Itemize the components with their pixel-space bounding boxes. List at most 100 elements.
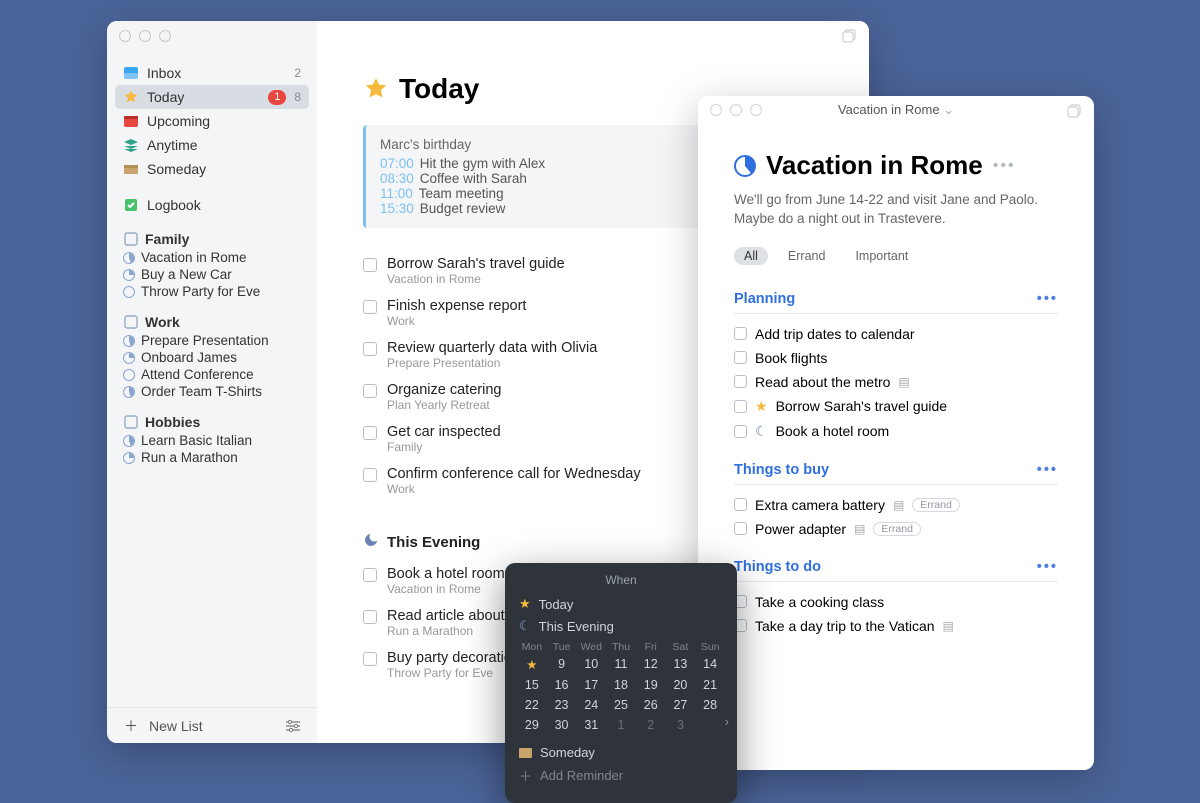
calendar-day[interactable]: 1 bbox=[606, 716, 636, 734]
sidebar-project[interactable]: Prepare Presentation bbox=[107, 332, 317, 349]
calendar-day[interactable]: 20 bbox=[666, 676, 696, 694]
calendar-day[interactable]: 11 bbox=[606, 655, 636, 674]
tag-errand[interactable]: Errand bbox=[778, 247, 836, 265]
calendar-day[interactable]: 19 bbox=[636, 676, 666, 694]
area-hobbies[interactable]: Hobbies bbox=[107, 412, 317, 432]
sidebar-item-anytime[interactable]: Anytime bbox=[107, 133, 317, 157]
task-row[interactable]: Take a day trip to the Vatican ▤ bbox=[734, 614, 1058, 638]
task-checkbox[interactable] bbox=[363, 300, 377, 314]
task-checkbox[interactable] bbox=[363, 568, 377, 582]
plus-icon[interactable]: ＋ bbox=[123, 718, 139, 734]
task-row[interactable]: Take a cooking class bbox=[734, 590, 1058, 614]
sidebar-project[interactable]: Throw Party for Eve bbox=[107, 283, 317, 300]
more-icon[interactable]: ••• bbox=[1037, 559, 1058, 575]
sidebar-item-inbox[interactable]: Inbox 2 bbox=[107, 61, 317, 85]
zoom-icon[interactable] bbox=[159, 30, 171, 42]
sidebar-item-upcoming[interactable]: Upcoming bbox=[107, 109, 317, 133]
task-row[interactable]: Power adapter ▤ Errand bbox=[734, 517, 1058, 541]
task-tag[interactable]: Errand bbox=[912, 498, 960, 512]
project-section-header[interactable]: Planning••• bbox=[734, 291, 1058, 314]
calendar-day[interactable]: 25 bbox=[606, 696, 636, 714]
popover-add-reminder[interactable]: ＋ Add Reminder bbox=[517, 763, 725, 788]
task-checkbox[interactable] bbox=[734, 375, 747, 388]
task-checkbox[interactable] bbox=[363, 384, 377, 398]
task-checkbox[interactable] bbox=[363, 342, 377, 356]
project-section-header[interactable]: Things to do••• bbox=[734, 559, 1058, 582]
sidebar-item-logbook[interactable]: Logbook bbox=[107, 193, 317, 217]
task-row[interactable]: ★Borrow Sarah's travel guide bbox=[734, 394, 1058, 419]
tag-all[interactable]: All bbox=[734, 247, 768, 265]
task-checkbox[interactable] bbox=[363, 426, 377, 440]
task-checkbox[interactable] bbox=[734, 522, 747, 535]
sidebar-item-someday[interactable]: Someday bbox=[107, 157, 317, 181]
more-icon[interactable]: ••• bbox=[1037, 462, 1058, 478]
task-checkbox[interactable] bbox=[734, 425, 747, 438]
new-window-icon[interactable] bbox=[1067, 104, 1082, 124]
sidebar-project[interactable]: Buy a New Car bbox=[107, 266, 317, 283]
project-notes[interactable]: We'll go from June 14-22 and visit Jane … bbox=[734, 191, 1058, 229]
task-row[interactable]: Read about the metro ▤ bbox=[734, 370, 1058, 394]
settings-icon[interactable] bbox=[285, 718, 301, 734]
calendar-day[interactable]: 16 bbox=[547, 676, 577, 694]
popover-option-today[interactable]: ★ Today bbox=[517, 593, 725, 615]
area-family[interactable]: Family bbox=[107, 229, 317, 249]
calendar-day[interactable]: 21 bbox=[695, 676, 725, 694]
calendar-day[interactable]: 2 bbox=[636, 716, 666, 734]
task-checkbox[interactable] bbox=[734, 498, 747, 511]
task-row[interactable]: Add trip dates to calendar bbox=[734, 322, 1058, 346]
close-icon[interactable] bbox=[119, 30, 131, 42]
task-checkbox[interactable] bbox=[363, 610, 377, 624]
calendar-day[interactable]: 28 bbox=[695, 696, 725, 714]
task-row[interactable]: Book flights bbox=[734, 346, 1058, 370]
more-icon[interactable]: ••• bbox=[993, 157, 1016, 175]
sidebar-project[interactable]: Order Team T-Shirts bbox=[107, 383, 317, 400]
task-checkbox[interactable] bbox=[734, 327, 747, 340]
window-title[interactable]: Vacation in Rome ⌄ bbox=[698, 102, 1094, 118]
calendar-day[interactable]: 14 bbox=[695, 655, 725, 674]
project-tag-filter[interactable]: All Errand Important bbox=[734, 247, 1058, 265]
sidebar-project[interactable]: Run a Marathon bbox=[107, 449, 317, 466]
calendar-day[interactable]: 9 bbox=[547, 655, 577, 674]
calendar-day[interactable]: 13 bbox=[666, 655, 696, 674]
task-checkbox[interactable] bbox=[363, 652, 377, 666]
calendar-day[interactable]: 17 bbox=[576, 676, 606, 694]
next-month-icon[interactable]: › bbox=[725, 714, 729, 729]
task-checkbox[interactable] bbox=[734, 400, 747, 413]
popover-option-someday[interactable]: Someday bbox=[517, 742, 725, 763]
sidebar-project[interactable]: Learn Basic Italian bbox=[107, 432, 317, 449]
calendar-day[interactable]: 26 bbox=[636, 696, 666, 714]
new-list-button[interactable]: New List bbox=[149, 718, 203, 734]
calendar-day[interactable]: 3 bbox=[666, 716, 696, 734]
calendar-day[interactable]: 27 bbox=[666, 696, 696, 714]
calendar-day[interactable]: 18 bbox=[606, 676, 636, 694]
calendar-day[interactable]: 24 bbox=[576, 696, 606, 714]
popover-option-evening[interactable]: ☾ This Evening bbox=[517, 615, 725, 637]
calendar-day[interactable]: 10 bbox=[576, 655, 606, 674]
minimize-icon[interactable] bbox=[139, 30, 151, 42]
traffic-lights[interactable] bbox=[119, 30, 171, 42]
calendar-day[interactable]: 30 bbox=[547, 716, 577, 734]
task-checkbox[interactable] bbox=[363, 468, 377, 482]
calendar-grid[interactable]: MonTueWedThuFriSatSun★910111213141516171… bbox=[517, 641, 725, 734]
when-popover[interactable]: When ★ Today ☾ This Evening MonTueWedThu… bbox=[505, 563, 737, 803]
task-row[interactable]: Extra camera battery ▤ Errand bbox=[734, 493, 1058, 517]
more-icon[interactable]: ••• bbox=[1037, 291, 1058, 307]
calendar-day[interactable]: 31 bbox=[576, 716, 606, 734]
calendar-day[interactable]: 12 bbox=[636, 655, 666, 674]
task-checkbox[interactable] bbox=[363, 258, 377, 272]
sidebar-item-today[interactable]: Today 1 8 bbox=[115, 85, 309, 109]
task-row[interactable]: ☾Book a hotel room bbox=[734, 419, 1058, 444]
calendar-day[interactable]: ★ bbox=[517, 655, 547, 674]
sidebar-project[interactable]: Attend Conference bbox=[107, 366, 317, 383]
calendar-day[interactable]: 23 bbox=[547, 696, 577, 714]
new-window-icon[interactable] bbox=[842, 29, 857, 49]
calendar-day[interactable]: 15 bbox=[517, 676, 547, 694]
task-checkbox[interactable] bbox=[734, 351, 747, 364]
project-section-header[interactable]: Things to buy••• bbox=[734, 462, 1058, 485]
calendar-day[interactable]: 29 bbox=[517, 716, 547, 734]
sidebar-project[interactable]: Vacation in Rome bbox=[107, 249, 317, 266]
tag-important[interactable]: Important bbox=[845, 247, 918, 265]
task-tag[interactable]: Errand bbox=[873, 522, 921, 536]
area-work[interactable]: Work bbox=[107, 312, 317, 332]
calendar-day[interactable]: 22 bbox=[517, 696, 547, 714]
